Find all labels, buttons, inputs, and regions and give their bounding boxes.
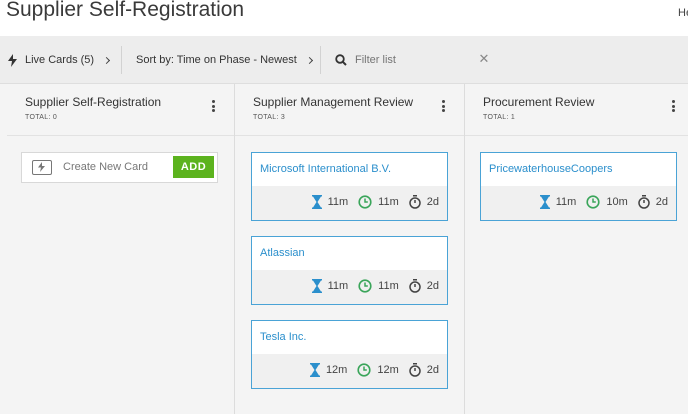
toolbar: Live Cards (5) Sort by: Time on Phase - … — [0, 36, 688, 84]
more-vertical-icon[interactable] — [440, 100, 446, 114]
card-icon — [32, 160, 52, 175]
column-header: Supplier Self-Registration TOTAL: 0 — [7, 84, 234, 136]
card-metrics: 11m 10m 2d — [534, 194, 668, 210]
header-user-link[interactable]: He — [678, 7, 688, 19]
toolbar-divider — [320, 46, 321, 74]
more-vertical-icon[interactable] — [210, 100, 216, 114]
title-bar: Supplier Self-Registration He — [0, 0, 688, 36]
column-procurement-review: Procurement Review TOTAL: 1 Pricewaterho… — [465, 84, 688, 414]
column-title: Supplier Self-Registration — [25, 95, 162, 109]
clock-icon — [586, 195, 600, 209]
create-card-label: Create New Card — [63, 161, 148, 173]
stopwatch-value: 2d — [655, 196, 668, 208]
column-title: Supplier Management Review — [253, 95, 414, 109]
stopwatch-value: 2d — [426, 280, 439, 292]
hourglass-value: 11m — [555, 196, 577, 208]
card-name: PricewaterhouseCoopers — [489, 163, 613, 175]
card-name: Atlassian — [260, 247, 305, 259]
kanban-board: Supplier Self-Registration TOTAL: 0 Crea… — [0, 84, 688, 414]
card[interactable]: Tesla Inc. 12m 12m 2d — [251, 320, 448, 389]
column-header: Procurement Review TOTAL: 1 — [465, 84, 688, 136]
live-cards-button[interactable]: Live Cards (5) — [8, 36, 111, 84]
clock-value: 11m — [378, 280, 399, 292]
card-name: Tesla Inc. — [260, 331, 307, 343]
card-metrics: 11m 11m 2d — [306, 194, 439, 210]
create-card-row: Create New Card ADD — [21, 152, 218, 183]
stopwatch-value: 2d — [426, 364, 439, 376]
clock-icon — [358, 195, 372, 209]
column-supplier-self-registration: Supplier Self-Registration TOTAL: 0 Crea… — [7, 84, 234, 414]
clock-icon — [357, 363, 371, 377]
stopwatch-icon — [409, 363, 421, 377]
column-header: Supplier Management Review TOTAL: 3 — [235, 84, 464, 136]
stopwatch-icon — [638, 195, 650, 209]
clock-value: 12m — [377, 364, 399, 376]
clock-icon — [358, 279, 372, 293]
card[interactable]: Microsoft International B.V. 11m 11m 2d — [251, 152, 448, 221]
chevron-right-icon — [305, 56, 313, 64]
search-icon — [335, 54, 347, 66]
column-supplier-management-review: Supplier Management Review TOTAL: 3 Micr… — [235, 84, 464, 414]
hourglass-value: 11m — [327, 280, 349, 292]
column-total: TOTAL: 3 — [253, 114, 286, 121]
card-metrics: 11m 11m 2d — [306, 278, 439, 294]
stopwatch-value: 2d — [426, 196, 439, 208]
hourglass-icon — [309, 363, 320, 377]
toolbar-divider — [121, 46, 122, 74]
hourglass-icon — [539, 195, 550, 209]
page-title: Supplier Self-Registration — [6, 0, 245, 21]
live-cards-label: Live Cards (5) — [25, 54, 95, 66]
column-title: Procurement Review — [483, 95, 595, 109]
card[interactable]: PricewaterhouseCoopers 11m 10m 2d — [480, 152, 677, 221]
filter-input[interactable] — [355, 53, 465, 67]
hourglass-icon — [311, 279, 322, 293]
stopwatch-icon — [409, 195, 421, 209]
column-total: TOTAL: 1 — [483, 114, 516, 121]
more-vertical-icon[interactable] — [670, 100, 676, 114]
hourglass-value: 11m — [327, 196, 349, 208]
card[interactable]: Atlassian 11m 11m 2d — [251, 236, 448, 305]
chevron-right-icon — [103, 56, 111, 64]
card-metrics: 12m 12m 2d — [304, 362, 439, 378]
card-name: Microsoft International B.V. — [260, 163, 392, 175]
clock-value: 10m — [606, 196, 628, 208]
sort-label: Sort by: Time on Phase - Newest — [136, 54, 297, 66]
hourglass-value: 12m — [325, 364, 348, 376]
close-icon[interactable]: ✕ — [477, 52, 491, 66]
clock-value: 11m — [378, 196, 399, 208]
column-total: TOTAL: 0 — [25, 114, 58, 121]
stopwatch-icon — [409, 279, 421, 293]
lightning-icon — [8, 53, 17, 67]
add-button[interactable]: ADD — [173, 156, 214, 178]
hourglass-icon — [311, 195, 322, 209]
sort-button[interactable]: Sort by: Time on Phase - Newest — [136, 36, 313, 84]
